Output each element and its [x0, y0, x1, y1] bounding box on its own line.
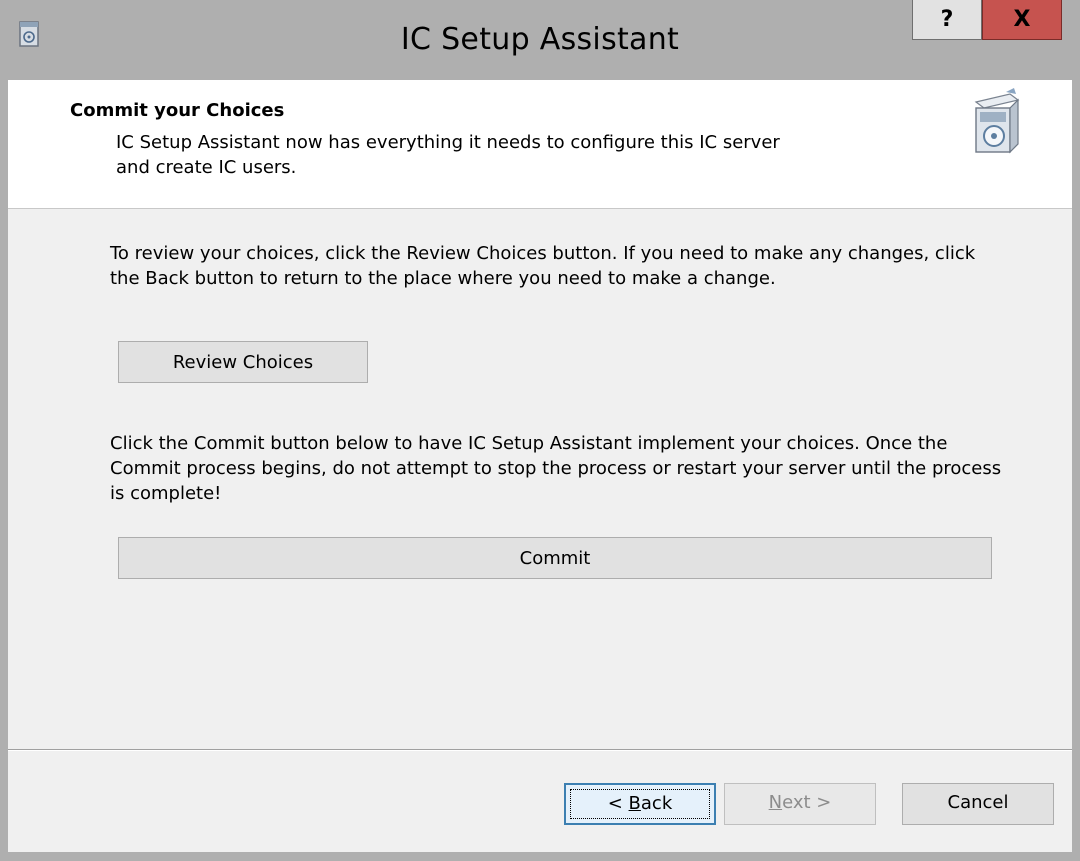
review-instructions: To review your choices, click the Review…	[110, 243, 976, 289]
window-frame-left	[0, 80, 8, 861]
review-choices-button[interactable]: Review Choices	[118, 341, 368, 383]
next-button-label: Next >	[768, 792, 832, 813]
back-button-label: < Back	[607, 793, 673, 814]
window-frame-bottom	[0, 852, 1080, 861]
wizard-footer: < Back Next > Cancel	[8, 751, 1072, 852]
next-button[interactable]: Next >	[724, 783, 876, 825]
wizard-content: To review your choices, click the Review…	[8, 209, 1072, 749]
commit-button[interactable]: Commit	[118, 537, 992, 579]
close-button[interactable]: X	[982, 0, 1062, 40]
wizard-header: Commit your Choices IC Setup Assistant n…	[8, 80, 1072, 209]
software-box-icon	[974, 88, 1020, 154]
cancel-button[interactable]: Cancel	[902, 783, 1054, 825]
title-bar[interactable]: IC Setup Assistant ? X	[0, 0, 1080, 80]
help-button[interactable]: ?	[912, 0, 982, 40]
page-description: IC Setup Assistant now has everything it…	[116, 132, 780, 178]
window-frame-right	[1072, 80, 1080, 861]
commit-instructions: Click the Commit button below to have IC…	[110, 433, 1002, 504]
page-title: Commit your Choices	[70, 100, 285, 121]
back-button[interactable]: < Back	[564, 783, 716, 825]
cancel-button-label: Cancel	[947, 792, 1009, 813]
